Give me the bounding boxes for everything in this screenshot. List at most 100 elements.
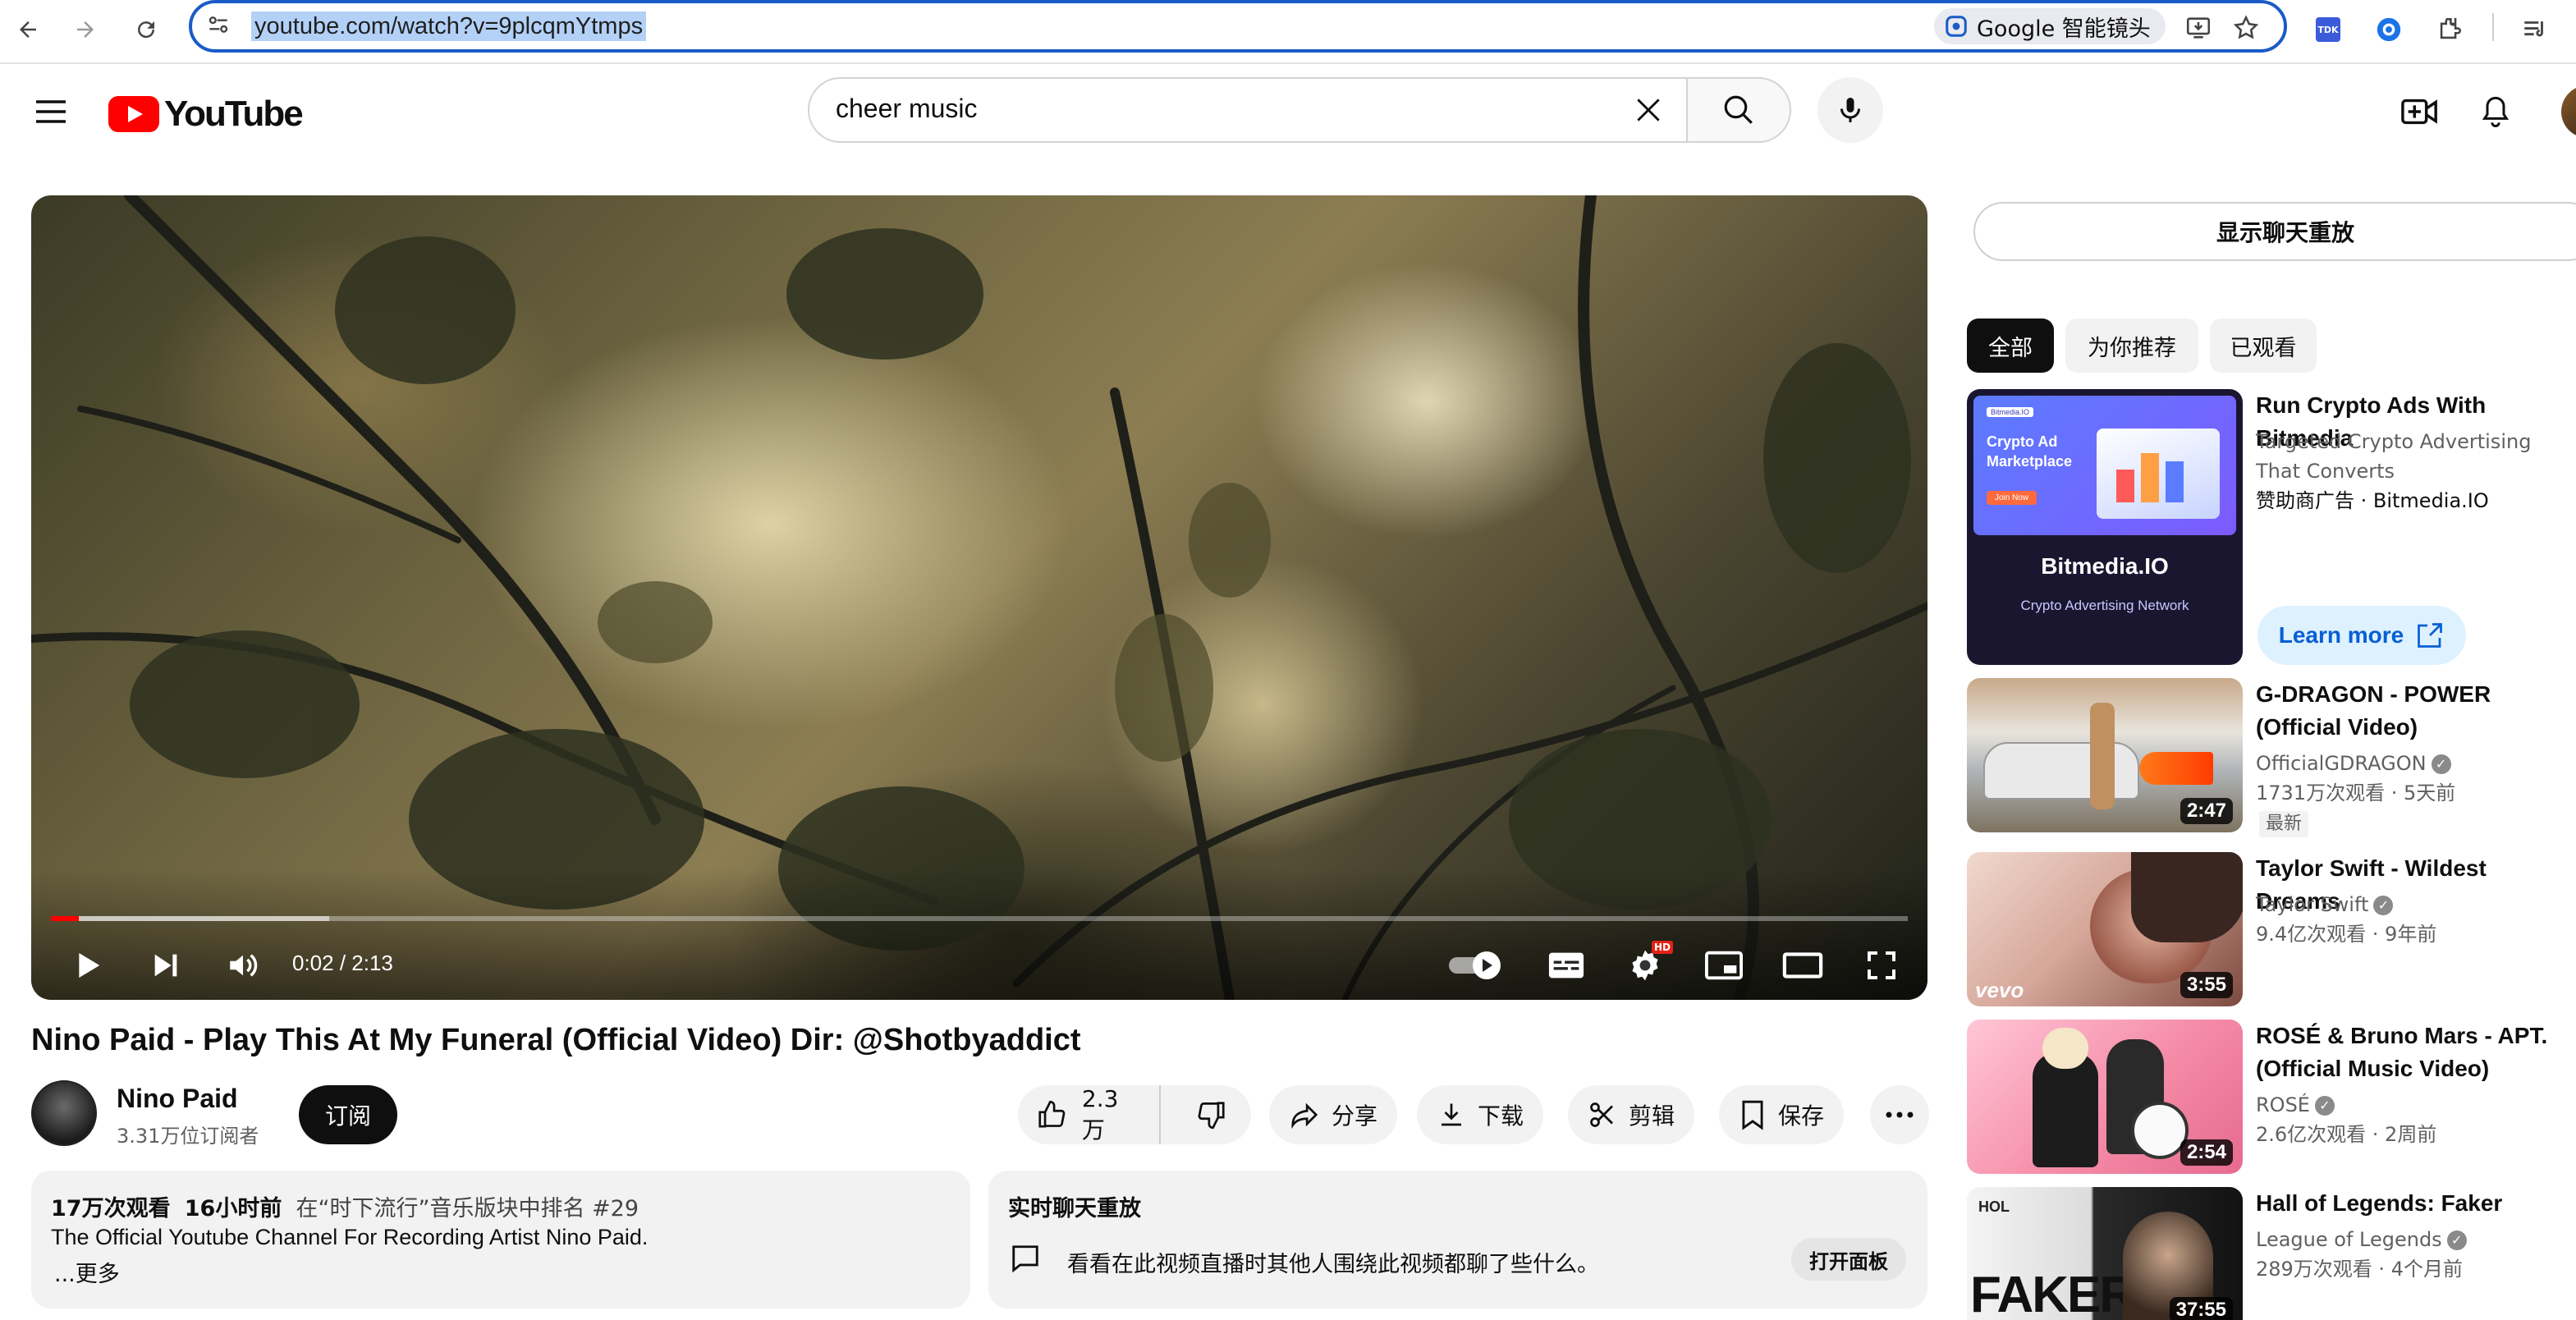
description-more-link[interactable]: ...更多: [54, 1256, 120, 1288]
settings-button[interactable]: HD: [1616, 936, 1675, 995]
search-button[interactable]: [1686, 77, 1791, 143]
download-button[interactable]: 下载: [1417, 1085, 1544, 1144]
media-queue-icon[interactable]: [2512, 7, 2558, 53]
clear-search-icon[interactable]: [1630, 92, 1666, 128]
extension-gear-icon[interactable]: [2366, 7, 2412, 53]
share-icon: [1291, 1102, 1318, 1130]
autoplay-toggle[interactable]: [1440, 936, 1514, 995]
learn-more-button[interactable]: Learn more: [2257, 606, 2466, 665]
channel-name[interactable]: Nino Paid: [117, 1084, 238, 1114]
verified-icon: ✓: [2431, 754, 2451, 774]
related-title-4[interactable]: Hall of Legends: Faker: [2256, 1187, 2576, 1220]
translate-extension-icon[interactable]: TDK: [2305, 7, 2351, 53]
autoplay-icon: [1449, 951, 1501, 979]
upload-age: 16小时前: [184, 1196, 282, 1221]
address-bar[interactable]: youtube.com/watch?v=9plcqmYtmps Google 智…: [189, 0, 2287, 53]
duration-badge: 2:54: [2180, 1139, 2233, 1166]
youtube-logo[interactable]: YouTube: [108, 94, 304, 135]
related-channel-3[interactable]: ROSÉ ✓: [2256, 1090, 2335, 1120]
related-meta-3: 2.6亿次观看 · 2周前: [2256, 1123, 2437, 1146]
channel-avatar[interactable]: [31, 1080, 97, 1146]
external-link-icon: [2418, 623, 2443, 648]
toolbar-divider: [2492, 13, 2494, 41]
play-button[interactable]: [59, 936, 118, 995]
video-thumbnail-2[interactable]: vevo 3:55: [1967, 852, 2243, 1006]
like-button[interactable]: 2.3万: [1018, 1085, 1162, 1144]
channel-label: Taylor Swift: [2256, 893, 2369, 916]
show-chat-replay-button[interactable]: 显示聊天重放: [1973, 202, 2576, 261]
description-box[interactable]: 17万次观看 16小时前 在“时下流行”音乐版块中排名 #29 The Offi…: [31, 1171, 970, 1309]
site-info-icon[interactable]: [205, 11, 231, 38]
mic-icon: [1840, 98, 1860, 122]
lens-label: Google 智能镜头: [1977, 16, 2151, 42]
progress-bar[interactable]: [51, 916, 1908, 921]
related-title-3[interactable]: ROSÉ & Bruno Mars - APT. (Official Music…: [2256, 1020, 2576, 1085]
video-frame: [31, 195, 1927, 1000]
extensions-puzzle-icon[interactable]: [2427, 7, 2473, 53]
google-lens-button[interactable]: Google 智能镜头: [1934, 8, 2166, 44]
channel-label: OfficialGDRAGON: [2256, 752, 2427, 775]
fullscreen-button[interactable]: [1852, 936, 1911, 995]
volume-button[interactable]: [213, 936, 273, 995]
related-title-1[interactable]: G-DRAGON - POWER (Official Video): [2256, 678, 2576, 744]
bookmark-star-icon[interactable]: [2226, 8, 2266, 48]
ad-sponsor-label: 赞助商广告 · Bitmedia.IO: [2256, 489, 2489, 512]
duration-badge: 2:47: [2180, 798, 2233, 824]
miniplayer-button[interactable]: [1694, 936, 1753, 995]
open-panel-button[interactable]: 打开面板: [1791, 1238, 1906, 1281]
save-button[interactable]: 保存: [1719, 1085, 1845, 1144]
related-channel-4[interactable]: League of Legends ✓: [2256, 1225, 2467, 1254]
related-channel-1[interactable]: OfficialGDRAGON ✓: [2256, 749, 2451, 778]
duration-badge: 3:55: [2180, 972, 2233, 998]
chip-all[interactable]: 全部: [1967, 319, 2054, 373]
next-button[interactable]: [136, 936, 195, 995]
live-chat-replay-card: 实时聊天重放 看看在此视频直播时其他人围绕此视频都聊了些什么。 打开面板: [988, 1171, 1927, 1309]
video-player[interactable]: 0:02 / 2:13 HD: [31, 195, 1927, 1000]
volume-icon: [230, 954, 258, 977]
hd-badge: HD: [1652, 941, 1674, 954]
ad-thumb-banner: Bitmedia.IO Crypto Ad Marketplace Join N…: [1973, 396, 2236, 535]
chip-watched[interactable]: 已观看: [2210, 319, 2317, 373]
duration-badge: 37:55: [2169, 1297, 2233, 1320]
ad-thumb-illustration: [2097, 429, 2220, 519]
video-thumbnail-4[interactable]: HOL FAKER 37:55: [1967, 1187, 2243, 1320]
menu-icon[interactable]: [26, 89, 76, 135]
video-thumbnail-1[interactable]: 2:47: [1967, 678, 2243, 832]
notifications-bell-icon[interactable]: [2473, 89, 2519, 135]
voice-search-button[interactable]: [1817, 77, 1883, 143]
time-display: 0:02 / 2:13: [292, 951, 393, 975]
theater-mode-button[interactable]: [1773, 936, 1832, 995]
search-input[interactable]: cheer music: [808, 77, 1688, 143]
dislike-button[interactable]: [1172, 1085, 1251, 1144]
share-button[interactable]: 分享: [1269, 1085, 1398, 1144]
forward-icon[interactable]: [62, 7, 108, 53]
chip-recommended[interactable]: 为你推荐: [2065, 319, 2198, 373]
related-channel-2[interactable]: Taylor Swift ✓: [2256, 890, 2394, 919]
ad-thumbnail[interactable]: Bitmedia.IO Crypto Ad Marketplace Join N…: [1967, 389, 2243, 665]
subtitles-button[interactable]: [1537, 936, 1596, 995]
subscribe-button[interactable]: 订阅: [299, 1085, 397, 1144]
ad-description: Targeted Crypto Advertising That Convert…: [2256, 430, 2532, 483]
thumb-car: [1983, 742, 2139, 800]
related-meta-2: 9.4亿次观看 · 9年前: [2256, 923, 2437, 946]
faker-thumb-text: FAKER: [1970, 1267, 2136, 1320]
related-meta-4: 289万次观看 · 4个月前: [2256, 1258, 2463, 1281]
ad-thumb-heading: Crypto Ad Marketplace: [1987, 433, 2073, 470]
install-app-icon[interactable]: [2179, 8, 2218, 48]
clip-button[interactable]: 剪辑: [1568, 1085, 1695, 1144]
verified-icon: ✓: [2373, 896, 2394, 915]
thumb-person-1: [2033, 1052, 2098, 1167]
back-icon[interactable]: [5, 7, 51, 53]
search-query[interactable]: cheer music: [836, 94, 978, 124]
learn-more-label: Learn more: [2278, 622, 2404, 648]
live-chat-title: 实时聊天重放: [1008, 1196, 1141, 1221]
reload-icon[interactable]: [123, 7, 169, 53]
url-text[interactable]: youtube.com/watch?v=9plcqmYtmps: [251, 11, 647, 41]
theater-icon: [1782, 952, 1823, 979]
trending-rank[interactable]: 在“时下流行”音乐版块中排名 #29: [296, 1196, 639, 1221]
fullscreen-icon: [1868, 951, 1895, 979]
miniplayer-icon: [1705, 951, 1743, 980]
create-video-icon[interactable]: [2395, 89, 2445, 135]
more-actions-button[interactable]: [1870, 1085, 1929, 1144]
video-thumbnail-3[interactable]: 2:54: [1967, 1020, 2243, 1174]
